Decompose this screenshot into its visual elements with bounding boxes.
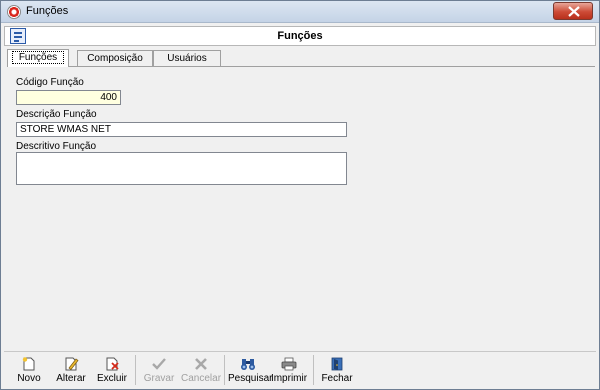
descritivo-label: Descritivo Função [16, 141, 97, 152]
edit-pencil-icon [65, 357, 79, 371]
pesquisar-label: Pesquisar [228, 373, 273, 384]
descritivo-field[interactable] [16, 152, 347, 185]
alterar-button[interactable]: Alterar [51, 355, 91, 387]
title-bar[interactable]: Funções [1, 1, 599, 23]
toolbar-separator [313, 355, 314, 385]
excluir-button[interactable]: Excluir [92, 355, 132, 387]
pesquisar-button[interactable]: Pesquisar [228, 355, 273, 387]
imprimir-button[interactable]: Imprimir [269, 355, 309, 387]
binoculars-icon [241, 359, 255, 370]
fechar-label: Fechar [321, 373, 353, 384]
tab-divider [7, 66, 595, 67]
tab-usuarios[interactable]: Usuários [153, 50, 221, 66]
novo-label: Novo [17, 373, 41, 384]
page-title: Funções [277, 30, 323, 42]
new-document-icon [22, 357, 35, 371]
gravar-label: Gravar [143, 373, 175, 384]
header-band: Funções [4, 26, 596, 46]
cancel-x-icon [195, 358, 207, 370]
descricao-field[interactable] [16, 122, 347, 137]
delete-document-icon [106, 357, 119, 371]
printer-icon [281, 357, 297, 371]
toolbar-divider [4, 351, 596, 352]
close-icon [568, 6, 580, 17]
codigo-label: Código Função [16, 77, 84, 88]
descricao-label: Descrição Função [16, 109, 97, 120]
exit-door-icon [331, 357, 343, 371]
tab-funcoes-label: Funções [11, 51, 65, 64]
close-button[interactable] [553, 2, 593, 20]
imprimir-label: Imprimir [270, 373, 308, 384]
toolbar-separator [224, 355, 225, 385]
excluir-label: Excluir [96, 373, 127, 384]
toolbar-separator [135, 355, 136, 385]
codigo-field[interactable] [16, 90, 121, 105]
window: Funções Funções Funções Composição Usuár… [0, 0, 600, 390]
cancelar-button[interactable]: Cancelar [181, 355, 221, 387]
fechar-button[interactable]: Fechar [317, 355, 357, 387]
window-title: Funções [26, 5, 69, 17]
tab-usuarios-label: Usuários [167, 53, 207, 64]
tab-funcoes[interactable]: Funções [7, 49, 69, 67]
tab-composicao-label: Composição [87, 53, 143, 64]
alterar-label: Alterar [56, 373, 86, 384]
tab-composicao[interactable]: Composição [77, 50, 153, 66]
cancelar-label: Cancelar [181, 373, 222, 384]
gravar-button[interactable]: Gravar [139, 355, 179, 387]
record-icon [7, 5, 21, 19]
novo-button[interactable]: Novo [9, 355, 49, 387]
checkmark-icon [152, 358, 166, 370]
